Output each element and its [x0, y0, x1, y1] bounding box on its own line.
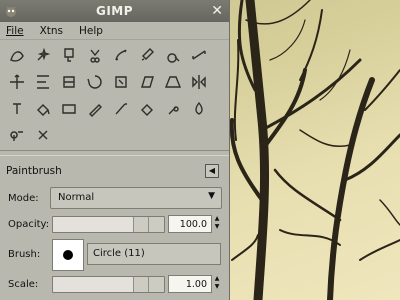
perspective-icon[interactable]	[162, 71, 184, 93]
color-picker-icon[interactable]	[136, 44, 158, 66]
gimp-toolbox-window: GIMP ✕ File Xtns Help Paintbrush ◀ Mode:…	[0, 0, 230, 300]
mode-label: Mode:	[8, 193, 39, 204]
scissors-icon[interactable]	[84, 44, 106, 66]
eraser-icon[interactable]	[136, 98, 158, 120]
brush-circle-icon	[63, 250, 73, 260]
menu-file[interactable]: File	[6, 25, 24, 37]
color-select-icon[interactable]	[58, 44, 80, 66]
panel-menu-icon[interactable]: ◀	[205, 164, 219, 178]
chevron-down-icon: ▼	[208, 191, 215, 201]
mode-select[interactable]: Normal ▼	[50, 187, 222, 209]
close-icon[interactable]: ✕	[211, 3, 223, 19]
measure-icon[interactable]	[188, 44, 210, 66]
shear-icon[interactable]	[136, 71, 158, 93]
flip-icon[interactable]	[188, 71, 210, 93]
heal-icon[interactable]	[32, 124, 54, 146]
opacity-value: 100.0	[179, 219, 207, 230]
opacity-spin-buttons[interactable]: ▲ ▼	[212, 215, 222, 231]
scale-value: 1.00	[185, 279, 207, 290]
blend-icon[interactable]	[58, 98, 80, 120]
title-bar[interactable]: GIMP ✕	[0, 0, 229, 22]
pencil-icon[interactable]	[84, 98, 106, 120]
brush-label: Brush:	[8, 249, 41, 260]
mode-value: Normal	[58, 192, 95, 203]
free-select-icon[interactable]	[6, 44, 28, 66]
opacity-label: Opacity:	[8, 219, 50, 230]
clone-icon[interactable]	[6, 124, 28, 146]
opacity-slider-fill	[53, 217, 133, 232]
scale-slider-fill	[53, 277, 133, 292]
brush-preview[interactable]	[52, 239, 84, 271]
paths-icon[interactable]	[110, 44, 132, 66]
spin-down-icon[interactable]: ▼	[212, 223, 222, 231]
scale-slider-handle[interactable]	[133, 277, 149, 292]
brush-name-field: Circle (11)	[87, 243, 221, 265]
scale-spin-field[interactable]: 1.00	[168, 275, 212, 293]
menu-bar: File Xtns Help	[0, 22, 229, 40]
opacity-slider-handle[interactable]	[133, 217, 149, 232]
crop-icon[interactable]	[58, 71, 80, 93]
rotate-icon[interactable]	[84, 71, 106, 93]
panel-title: Paintbrush	[6, 165, 62, 177]
bucket-fill-icon[interactable]	[32, 98, 54, 120]
separator	[0, 150, 229, 156]
move-icon[interactable]	[6, 71, 28, 93]
spin-down-icon[interactable]: ▼	[212, 283, 222, 291]
scale-icon[interactable]	[110, 71, 132, 93]
panel-header: Paintbrush ◀	[0, 160, 229, 182]
scale-spin-buttons[interactable]: ▲ ▼	[212, 275, 222, 291]
opacity-spin-field[interactable]: 100.0	[168, 215, 212, 233]
scale-slider[interactable]	[52, 276, 165, 293]
paintbrush-icon[interactable]	[110, 98, 132, 120]
ink-icon[interactable]	[188, 98, 210, 120]
align-icon[interactable]	[32, 71, 54, 93]
spin-up-icon[interactable]: ▲	[212, 215, 222, 223]
scale-label: Scale:	[8, 279, 39, 290]
opacity-slider[interactable]	[52, 216, 165, 233]
zoom-icon[interactable]	[162, 44, 184, 66]
fuzzy-select-icon[interactable]	[32, 44, 54, 66]
window-title: GIMP	[95, 4, 134, 18]
menu-xtns[interactable]: Xtns	[40, 25, 63, 37]
brush-name: Circle (11)	[93, 248, 145, 259]
menu-help[interactable]: Help	[79, 25, 103, 37]
text-icon[interactable]	[6, 98, 28, 120]
tool-grid	[0, 40, 229, 150]
spin-up-icon[interactable]: ▲	[212, 275, 222, 283]
airbrush-icon[interactable]	[162, 98, 184, 120]
